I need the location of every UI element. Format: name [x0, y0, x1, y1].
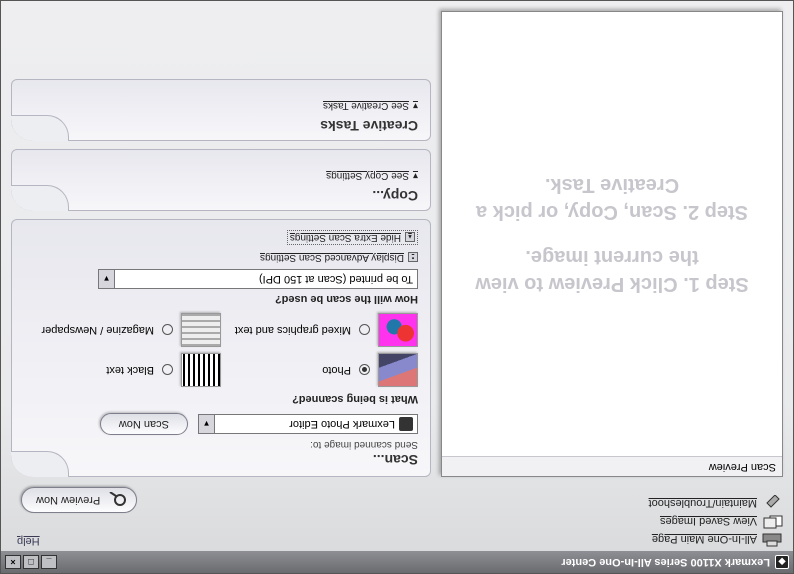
- window-title: Lexmark X1100 Series All-In-One Center: [561, 556, 770, 568]
- blacktext-thumb-icon: [181, 353, 221, 387]
- scan-target-select[interactable]: Lexmark Photo Editor ▼: [198, 414, 418, 434]
- nav-links: All-In-One Main Page View Saved Images M…: [649, 493, 783, 549]
- radio-blacktext[interactable]: [162, 365, 173, 376]
- opt-photo-label: Photo: [322, 364, 351, 376]
- expand-icon: ▾: [413, 100, 418, 111]
- what-scanned-label: What is being scanned?: [24, 393, 418, 405]
- nav-maintain[interactable]: Maintain/Troubleshoot: [649, 495, 783, 511]
- close-button[interactable]: ×: [5, 555, 21, 569]
- photo-thumb-icon: [378, 353, 418, 387]
- chevron-down-icon: ▼: [99, 270, 115, 288]
- minimize-button[interactable]: _: [41, 555, 57, 569]
- app-window: ◆ Lexmark X1100 Series All-In-One Center…: [0, 0, 794, 574]
- advanced-settings-link[interactable]: ▪ Display Advanced Scan Settings: [260, 252, 418, 263]
- maximize-button[interactable]: □: [23, 555, 39, 569]
- nav-main-page[interactable]: All-In-One Main Page: [649, 531, 783, 547]
- title-bar: ◆ Lexmark X1100 Series All-In-One Center…: [1, 551, 793, 573]
- advanced-settings-label: Display Advanced Scan Settings: [260, 252, 404, 263]
- opt-mixed[interactable]: Mixed graphics and text: [221, 313, 418, 347]
- left-column: Scan Preview Step 1. Click Preview to vi…: [441, 11, 783, 477]
- panel-corner: [11, 451, 69, 477]
- newspaper-thumb-icon: [181, 313, 221, 347]
- how-used-label: How will the scan be used?: [24, 293, 418, 305]
- creative-panel: Creative Tasks ▾ See Creative Tasks: [11, 79, 431, 141]
- panel-corner: [11, 115, 69, 141]
- copy-panel: Copy... ▾ See Copy Settings: [11, 149, 431, 211]
- panel-corner: [11, 185, 69, 211]
- photos-icon: [761, 513, 783, 529]
- app-icon: ◆: [775, 555, 789, 569]
- nav-saved-images[interactable]: View Saved Images: [649, 513, 783, 529]
- expand-icon: ▾: [413, 170, 418, 181]
- chevron-down-icon: ▼: [199, 415, 215, 433]
- collapse-icon: ▴: [405, 233, 415, 243]
- scan-sendto-label: Send scanned image to:: [24, 439, 418, 450]
- wrench-icon: [761, 495, 783, 511]
- copy-title: Copy...: [24, 188, 418, 204]
- top-area: Help All-In-One Main Page View Saved Ima…: [1, 481, 793, 551]
- scan-target-value: Lexmark Photo Editor: [289, 418, 395, 430]
- preview-now-label: Preview Now: [36, 494, 100, 506]
- content-row: Scan Preview Step 1. Click Preview to vi…: [1, 1, 793, 481]
- magnifier-icon: [106, 492, 128, 508]
- scan-preview-header: Scan Preview: [442, 456, 782, 476]
- preview-now-button[interactable]: Preview Now: [21, 487, 137, 513]
- scan-use-select[interactable]: To be printed (Scan at 150 DPI) ▼: [98, 269, 418, 289]
- opt-newspaper-label: Magazine / Newspaper: [41, 324, 154, 336]
- scan-use-value: To be printed (Scan at 150 DPI): [259, 273, 413, 285]
- right-column: Scan... Send scanned image to: Lexmark P…: [11, 11, 431, 477]
- creative-tasks-link[interactable]: ▾ See Creative Tasks: [323, 100, 418, 111]
- expand-icon: ▪: [408, 253, 418, 263]
- opt-mixed-label: Mixed graphics and text: [235, 324, 351, 336]
- creative-title: Creative Tasks: [24, 118, 418, 134]
- copy-settings-label: See Copy Settings: [326, 170, 409, 181]
- radio-photo[interactable]: [359, 365, 370, 376]
- hide-extra-link[interactable]: ▴ Hide Extra Scan Settings: [287, 230, 418, 245]
- mixed-thumb-icon: [378, 313, 418, 347]
- help-link[interactable]: Help: [17, 535, 40, 547]
- scan-preview-msg1: Step 1. Click Preview to view the curren…: [462, 243, 762, 297]
- scan-panel: Scan... Send scanned image to: Lexmark P…: [11, 219, 431, 477]
- scan-preview-message: Step 1. Click Preview to view the curren…: [442, 171, 782, 297]
- copy-settings-link[interactable]: ▾ See Copy Settings: [326, 170, 418, 181]
- opt-photo[interactable]: Photo: [221, 353, 418, 387]
- app-target-icon: [399, 417, 413, 431]
- radio-newspaper[interactable]: [162, 325, 173, 336]
- hide-extra-label: Hide Extra Scan Settings: [290, 232, 401, 243]
- radio-mixed[interactable]: [359, 325, 370, 336]
- opt-blacktext-label: Black text: [106, 364, 154, 376]
- scan-now-button[interactable]: Scan Now: [100, 413, 188, 435]
- nav-maintain-label: Maintain/Troubleshoot: [649, 497, 757, 509]
- nav-saved-label: View Saved Images: [660, 515, 757, 527]
- scan-preview-body: Step 1. Click Preview to view the curren…: [442, 12, 782, 456]
- scan-type-options: Photo Black text Mixed graphics and text: [24, 313, 418, 387]
- opt-newspaper[interactable]: Magazine / Newspaper: [24, 313, 221, 347]
- creative-tasks-label: See Creative Tasks: [323, 100, 409, 111]
- printer-icon: [761, 531, 783, 547]
- nav-main-label: All-In-One Main Page: [652, 533, 757, 545]
- scan-title: Scan...: [24, 452, 418, 468]
- scan-preview-pane: Scan Preview Step 1. Click Preview to vi…: [441, 11, 783, 477]
- scan-preview-msg2: Step 2. Scan, Copy, or pick a Creative T…: [462, 171, 762, 225]
- opt-blacktext[interactable]: Black text: [24, 353, 221, 387]
